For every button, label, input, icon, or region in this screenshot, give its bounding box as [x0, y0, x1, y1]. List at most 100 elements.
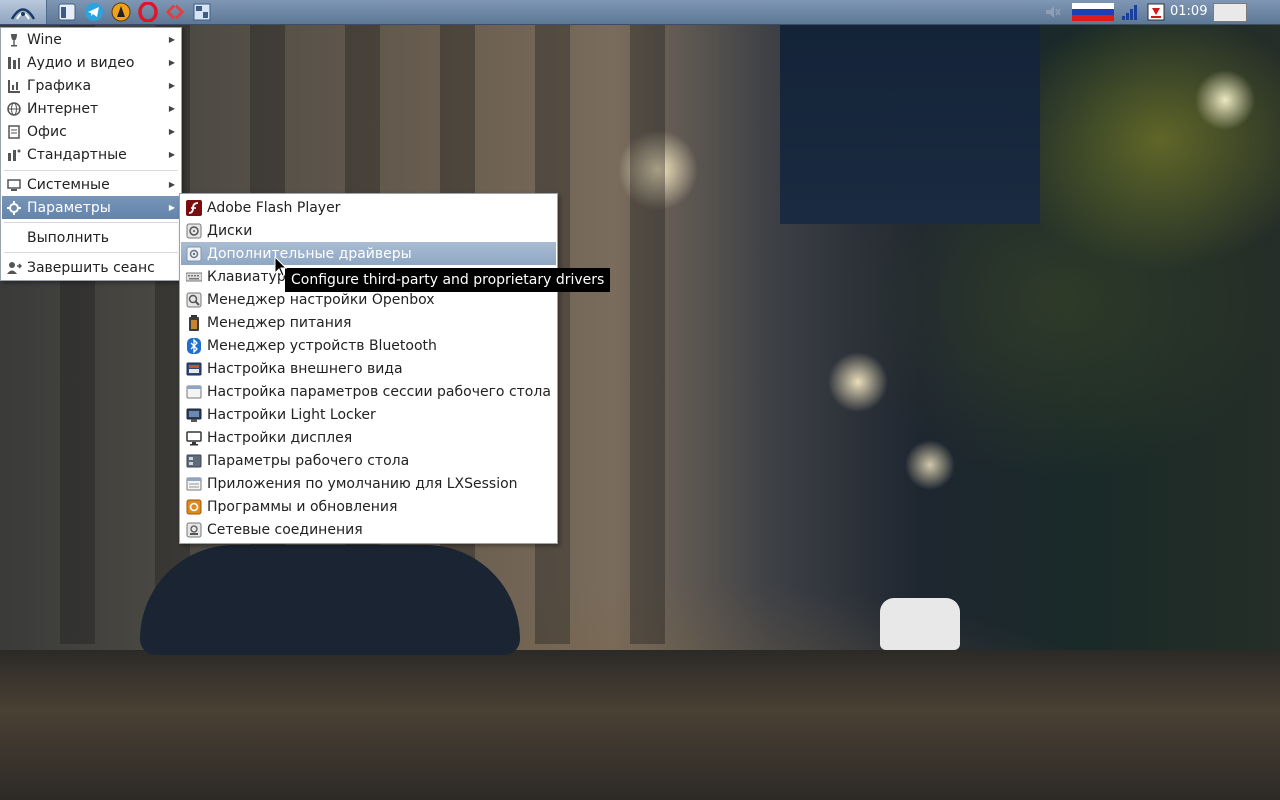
submenu-item-disks[interactable]: Диски	[181, 219, 556, 242]
window-switcher-launcher[interactable]	[192, 2, 212, 22]
menu-item-label: Менеджер питания	[207, 314, 352, 331]
opera-launcher[interactable]	[138, 2, 158, 22]
submenu-arrow-icon: ▶	[168, 180, 175, 189]
start-menu-button[interactable]	[0, 0, 47, 24]
submenu-item-session-settings[interactable]: Настройка параметров сессии рабочего сто…	[181, 380, 556, 403]
system-icon	[6, 177, 22, 193]
network-indicator[interactable]	[1120, 2, 1140, 22]
menu-item-label: Приложения по умолчанию для LXSession	[207, 475, 518, 492]
wallpaper-sky	[780, 24, 1040, 224]
clock[interactable]: 01:09	[1170, 0, 1207, 24]
menu-item-label: Системные	[27, 176, 110, 193]
submenu-item-flash[interactable]: Adobe Flash Player	[181, 196, 556, 219]
network-connections-icon	[186, 522, 202, 538]
menu-item-label: Программы и обновления	[207, 498, 398, 515]
submenu-arrow-icon: ▶	[168, 58, 175, 67]
menu-item-internet[interactable]: Интернет ▶	[2, 97, 180, 120]
vlc-icon	[111, 2, 131, 22]
vlc-launcher[interactable]	[111, 2, 131, 22]
network-signal-icon	[1122, 5, 1137, 20]
submenu-item-network-connections[interactable]: Сетевые соединения	[181, 518, 556, 541]
menu-item-label: Дополнительные драйверы	[207, 245, 412, 262]
submenu-item-software-updates[interactable]: Программы и обновления	[181, 495, 556, 518]
menu-separator	[4, 170, 178, 171]
menu-item-office[interactable]: Офис ▶	[2, 120, 180, 143]
tooltip: Configure third-party and proprietary dr…	[285, 268, 611, 292]
submenu-item-additional-drivers[interactable]: Дополнительные драйверы	[181, 242, 556, 265]
run-icon-placeholder	[6, 230, 22, 246]
office-icon	[6, 124, 22, 140]
keyboard-icon	[186, 269, 202, 285]
double-commander-icon	[165, 4, 185, 20]
menu-separator	[4, 222, 178, 223]
submenu-arrow-icon: ▶	[168, 150, 175, 159]
preferences-icon	[6, 200, 22, 216]
file-manager-icon	[58, 3, 76, 21]
internet-icon	[6, 101, 22, 117]
preferences-submenu: Adobe Flash Player Диски Дополнительные …	[179, 193, 558, 544]
software-updates-icon	[186, 499, 202, 515]
submenu-arrow-icon: ▶	[168, 81, 175, 90]
opera-icon	[138, 2, 158, 22]
menu-item-label: Настройка внешнего вида	[207, 360, 403, 377]
menu-item-label: Интернет	[27, 100, 99, 117]
submenu-item-appearance[interactable]: Настройка внешнего вида	[181, 357, 556, 380]
double-commander-launcher[interactable]	[165, 2, 185, 22]
submenu-item-desktop-settings[interactable]: Параметры рабочего стола	[181, 449, 556, 472]
menu-item-label: Параметры	[27, 199, 111, 216]
menu-item-wine[interactable]: Wine ▶	[2, 28, 180, 51]
submenu-item-light-locker[interactable]: Настройки Light Locker	[181, 403, 556, 426]
light-locker-icon	[186, 407, 202, 423]
menu-item-label: Adobe Flash Player	[207, 199, 341, 216]
desktop-settings-icon	[186, 453, 202, 469]
menu-item-label: Настройка параметров сессии рабочего сто…	[207, 383, 551, 400]
menu-item-label: Стандартные	[27, 146, 127, 163]
keyboard-layout-ru-flag-icon[interactable]	[1072, 3, 1114, 21]
submenu-item-lxsession-default-apps[interactable]: Приложения по умолчанию для LXSession	[181, 472, 556, 495]
audio-video-icon	[6, 55, 22, 71]
drivers-icon	[186, 246, 202, 262]
menu-item-label: Выполнить	[27, 229, 109, 246]
taskbar: 01:09	[0, 0, 1280, 25]
flash-icon	[186, 199, 202, 216]
update-notifier-icon	[1147, 3, 1165, 21]
menu-item-system[interactable]: Системные ▶	[2, 173, 180, 196]
submenu-item-bluetooth[interactable]: Менеджер устройств Bluetooth	[181, 334, 556, 357]
menu-separator	[4, 252, 178, 253]
file-manager-launcher[interactable]	[57, 2, 77, 22]
menu-item-preferences[interactable]: Параметры ▶	[2, 196, 180, 219]
menu-item-label: Настройки Light Locker	[207, 406, 376, 423]
window-switcher-icon	[193, 3, 211, 21]
volume-button[interactable]	[1043, 2, 1063, 22]
submenu-item-display[interactable]: Настройки дисплея	[181, 426, 556, 449]
accessories-icon	[6, 147, 22, 163]
application-menu: Wine ▶ Аудио и видео ▶ Графика ▶ Интерне…	[0, 27, 182, 281]
menu-item-label: Завершить сеанс	[27, 259, 155, 276]
appearance-icon	[186, 361, 202, 377]
menu-item-label: Офис	[27, 123, 67, 140]
menu-item-graphics[interactable]: Графика ▶	[2, 74, 180, 97]
wallpaper-street	[0, 650, 1280, 800]
bluetooth-icon	[186, 337, 202, 354]
submenu-item-power-manager[interactable]: Менеджер питания	[181, 311, 556, 334]
menu-item-audio-video[interactable]: Аудио и видео ▶	[2, 51, 180, 74]
logout-icon	[6, 260, 22, 276]
show-desktop-button[interactable]	[1213, 3, 1247, 22]
telegram-launcher[interactable]	[84, 2, 104, 22]
menu-item-accessories[interactable]: Стандартные ▶	[2, 143, 180, 166]
wallpaper-car-white	[880, 598, 960, 650]
volume-muted-icon	[1046, 6, 1061, 18]
telegram-icon	[85, 3, 103, 21]
graphics-icon	[6, 78, 22, 94]
submenu-arrow-icon: ▶	[168, 127, 175, 136]
submenu-arrow-icon: ▶	[168, 203, 175, 212]
mouse-cursor-icon	[274, 256, 288, 277]
default-apps-icon	[186, 476, 202, 492]
start-menu-icon	[10, 8, 36, 20]
display-icon	[186, 430, 202, 446]
menu-item-label: Графика	[27, 77, 92, 94]
menu-item-logout[interactable]: Завершить сеанс	[2, 256, 180, 279]
menu-item-run[interactable]: Выполнить	[2, 226, 180, 249]
update-notifier[interactable]	[1146, 2, 1166, 22]
session-icon	[186, 384, 202, 400]
